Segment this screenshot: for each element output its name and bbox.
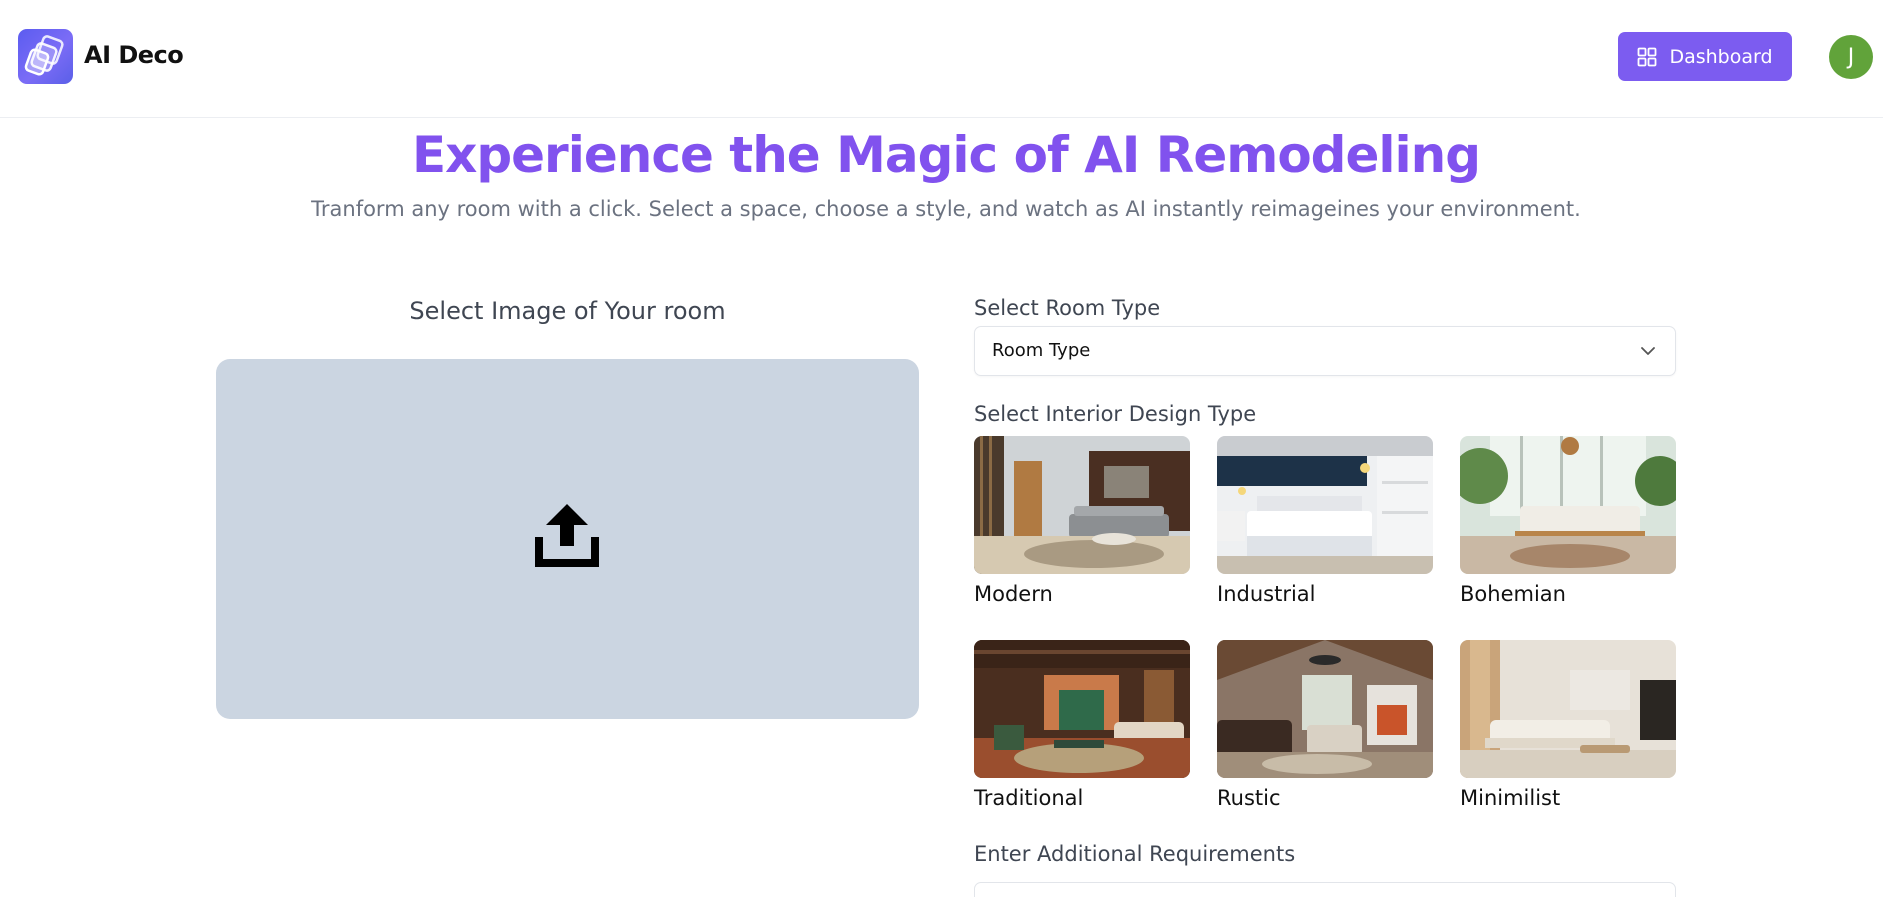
chevron-down-icon xyxy=(1641,347,1655,355)
image-upload-dropzone[interactable] xyxy=(216,359,919,719)
page-title: Experience the Magic of AI Remodeling xyxy=(411,126,1481,184)
design-card-traditional[interactable]: Traditional xyxy=(974,640,1190,810)
upload-icon xyxy=(535,504,599,567)
design-name: Rustic xyxy=(1217,786,1281,810)
design-card-minimilist[interactable]: Minimilist xyxy=(1460,640,1676,810)
room-type-label: Select Room Type xyxy=(974,296,1161,320)
design-thumbnail xyxy=(1217,436,1433,574)
layers-logo-icon xyxy=(24,35,64,76)
grid-icon xyxy=(1638,47,1657,66)
design-card-bohemian[interactable]: Bohemian xyxy=(1460,436,1676,606)
design-name: Modern xyxy=(974,582,1053,606)
dashboard-button-label: Dashboard xyxy=(1669,45,1773,68)
design-thumbnail xyxy=(1460,640,1676,778)
requirements-textarea[interactable] xyxy=(974,882,1676,897)
design-type-label: Select Interior Design Type xyxy=(974,402,1257,426)
design-name: Traditional xyxy=(974,786,1084,810)
design-thumbnail xyxy=(1460,436,1676,574)
design-card-industrial[interactable]: Industrial xyxy=(1217,436,1433,606)
user-avatar[interactable]: J xyxy=(1829,35,1873,79)
app-logo[interactable] xyxy=(18,29,73,84)
design-name: Bohemian xyxy=(1460,582,1566,606)
dashboard-button[interactable]: Dashboard xyxy=(1618,32,1792,81)
design-thumbnail xyxy=(974,436,1190,574)
page-subtitle: Tranform any room with a click. Select a… xyxy=(311,197,1581,221)
requirements-label: Enter Additional Requirements xyxy=(974,842,1296,866)
design-thumbnail xyxy=(974,640,1190,778)
design-card-modern[interactable]: Modern xyxy=(974,436,1190,606)
room-type-value: Room Type xyxy=(992,340,1091,361)
design-card-rustic[interactable]: Rustic xyxy=(1217,640,1433,810)
design-thumbnail xyxy=(1217,640,1433,778)
room-type-select[interactable]: Room Type xyxy=(974,326,1676,376)
top-navbar: AI Deco Dashboard J xyxy=(0,0,1883,118)
upload-label: Select Image of Your room xyxy=(409,297,726,325)
design-name: Industrial xyxy=(1217,582,1316,606)
design-name: Minimilist xyxy=(1460,786,1561,810)
app-name: AI Deco xyxy=(84,41,184,69)
